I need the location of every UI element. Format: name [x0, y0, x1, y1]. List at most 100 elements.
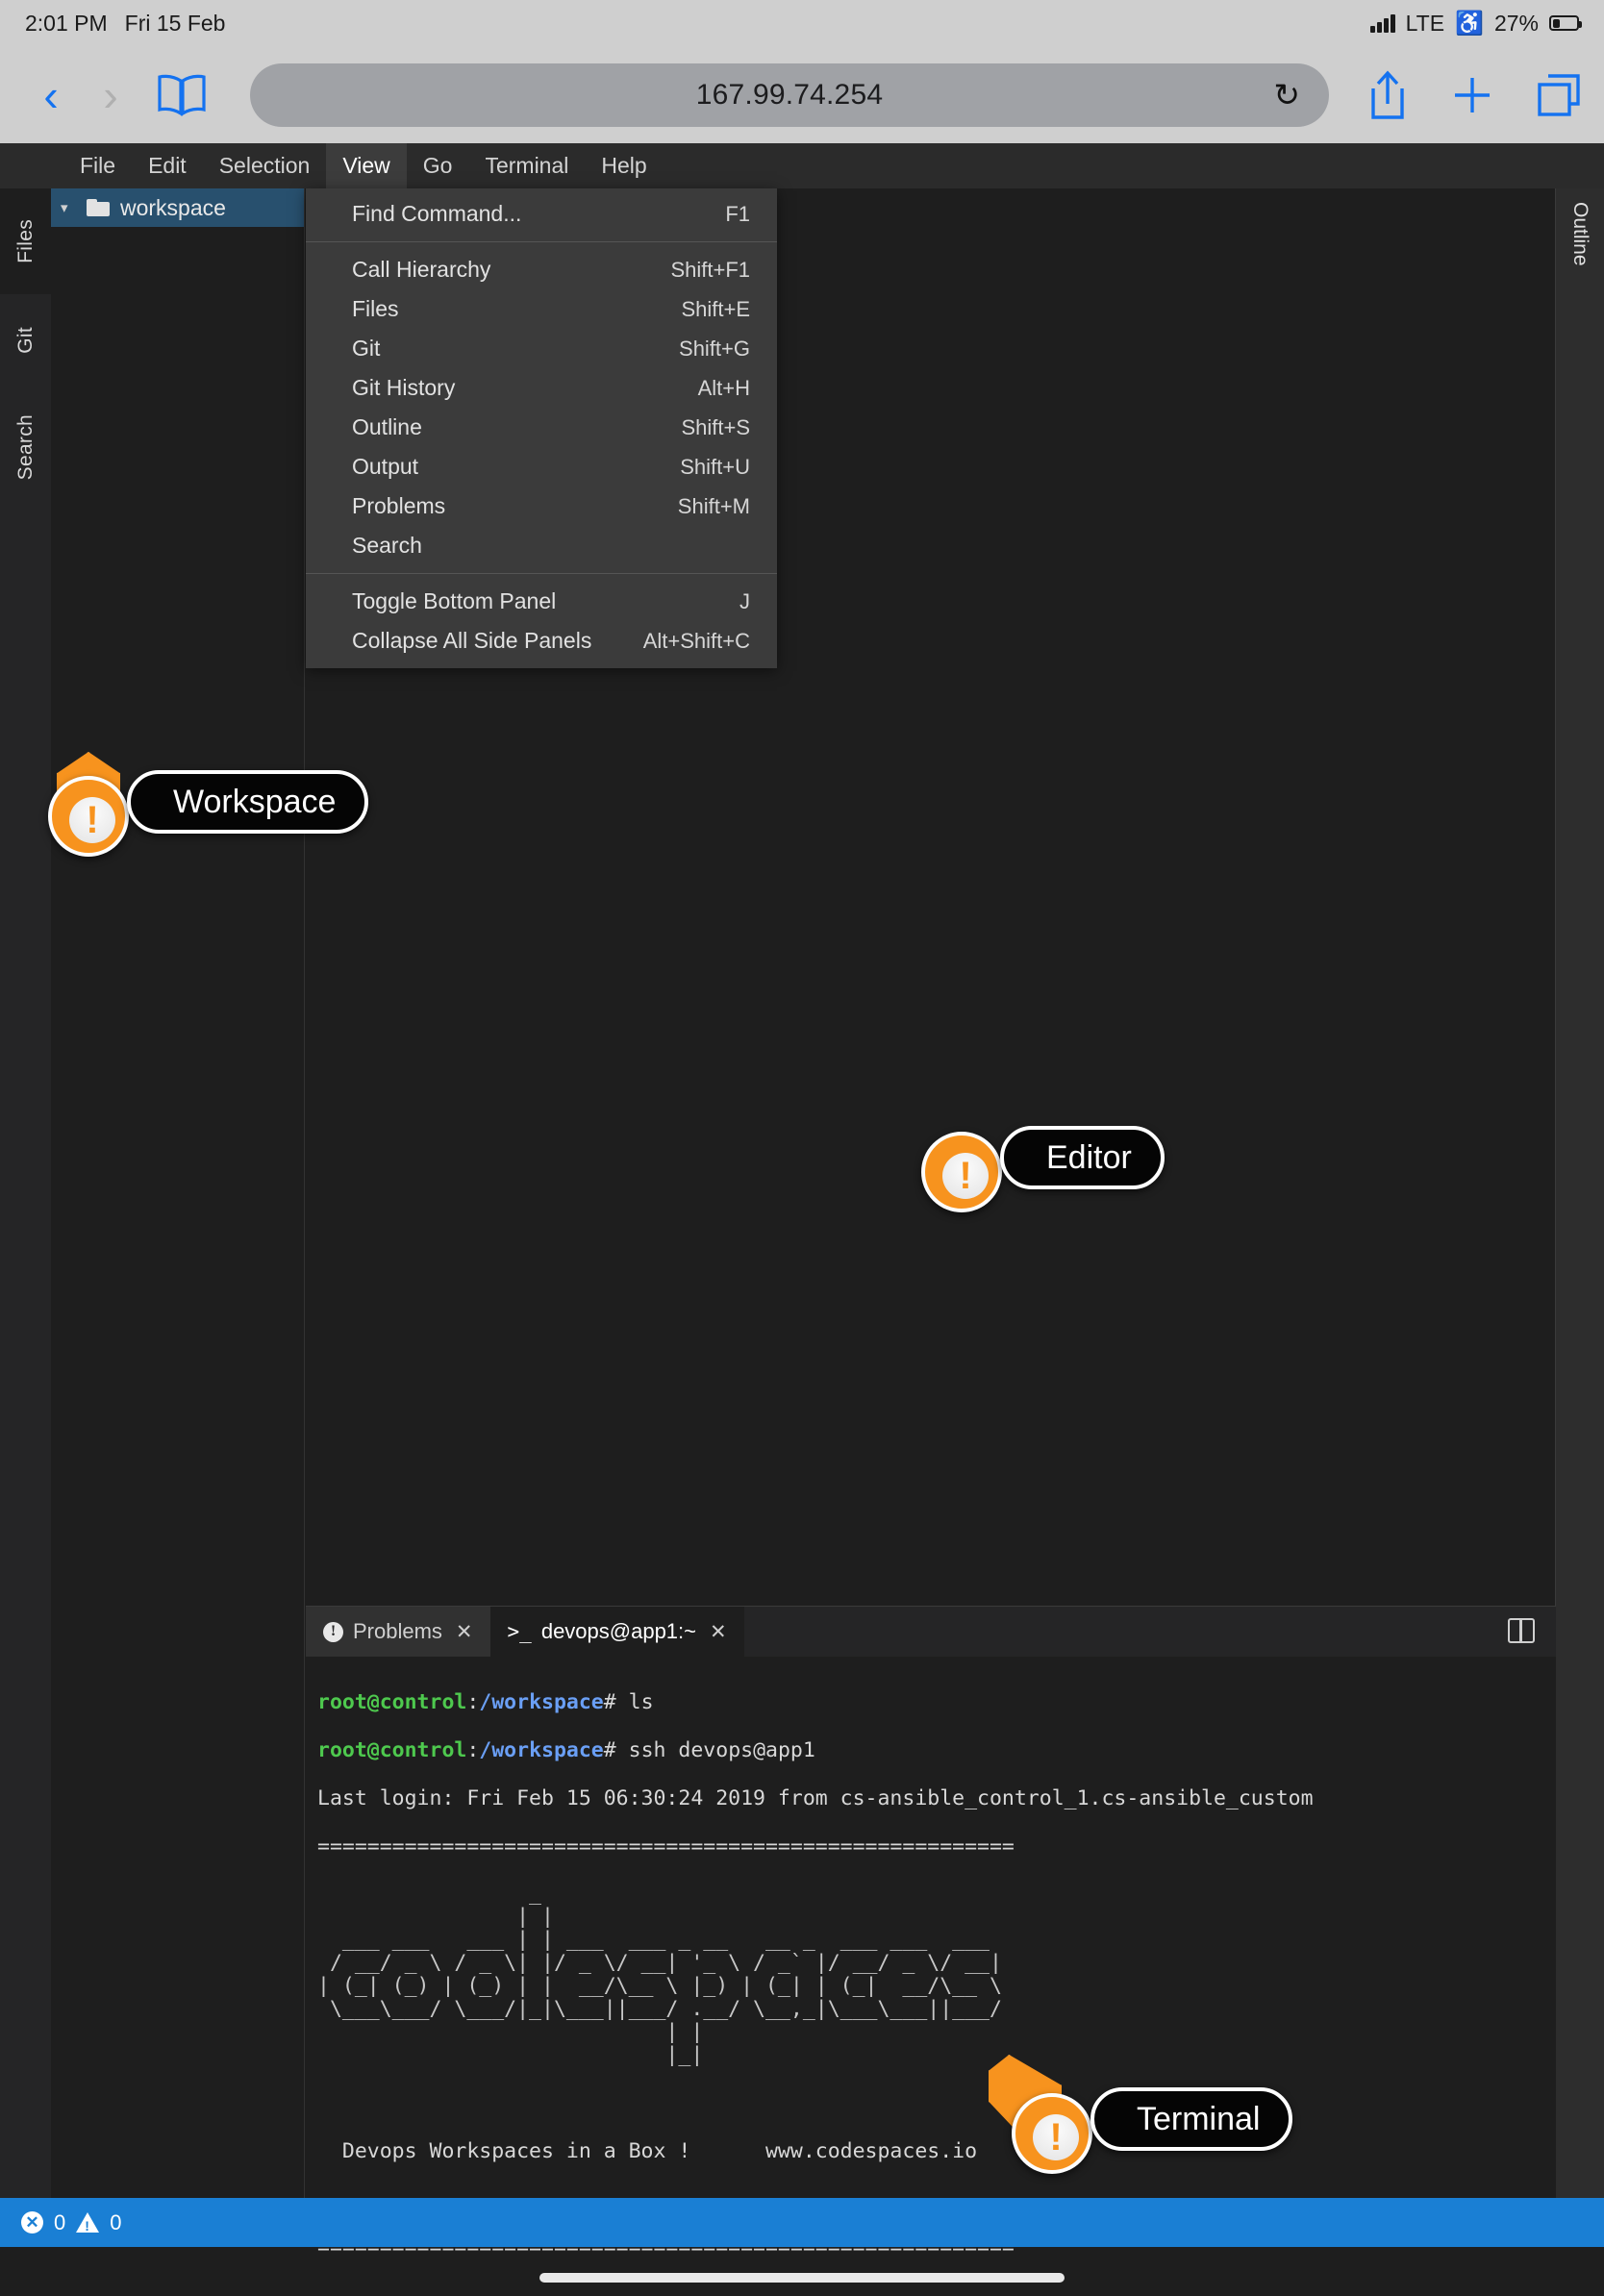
menu-item-label: Files [352, 296, 399, 321]
menu-item-git[interactable]: Git Shift+G [306, 329, 777, 368]
menu-item-shortcut: Shift+E [681, 296, 750, 321]
menu-item-shortcut: Shift+U [680, 454, 750, 479]
tabs-icon[interactable] [1535, 71, 1583, 119]
sidebar-tab-files[interactable]: Files [0, 188, 51, 294]
panel-tab-problems[interactable]: ! Problems ✕ [306, 1607, 490, 1657]
error-badge-icon: ! [323, 1621, 343, 1642]
cellular-signal-icon [1370, 13, 1395, 33]
menu-file[interactable]: File [63, 143, 132, 188]
sidebar-tab-search-label: Search [13, 413, 37, 481]
exclamation-icon: ! [1049, 2116, 1063, 2159]
menu-selection[interactable]: Selection [203, 143, 327, 188]
terminal-blank [317, 2284, 1544, 2296]
battery-icon [1549, 15, 1582, 31]
back-button[interactable]: ‹ [21, 73, 81, 117]
safari-toolbar: ‹ › 167.99.74.254 ↻ [0, 46, 1604, 143]
menu-item-label: Collapse All Side Panels [352, 628, 592, 653]
ios-status-left: 2:01 PM Fri 15 Feb [25, 11, 225, 37]
menu-item-files[interactable]: Files Shift+E [306, 289, 777, 329]
menu-item-shortcut: Shift+M [677, 493, 750, 518]
pin-inner: ! [1033, 2114, 1079, 2160]
callout-label-terminal: Terminal [1090, 2087, 1293, 2151]
chevron-down-icon[interactable]: ▾ [61, 199, 76, 216]
warning-triangle-icon[interactable] [76, 2212, 100, 2234]
clock-date: Fri 15 Feb [124, 10, 226, 36]
terminal-prompt-icon: >_ [507, 1620, 532, 1643]
menu-item-label: Problems [352, 493, 446, 518]
menu-item-git-history[interactable]: Git History Alt+H [306, 368, 777, 408]
menu-item-output[interactable]: Output Shift+U [306, 447, 777, 487]
terminal-blank [317, 2091, 1544, 2115]
ios-status-bar: 2:01 PM Fri 15 Feb LTE ♿ 27% [0, 0, 1604, 46]
bookmarks-button[interactable] [140, 73, 223, 117]
menu-go[interactable]: Go [407, 143, 469, 188]
forward-button[interactable]: › [81, 73, 140, 117]
menu-item-find-command[interactable]: Find Command... F1 [306, 194, 777, 234]
tree-item-label: workspace [120, 194, 226, 220]
menu-item-problems[interactable]: Problems Shift+M [306, 487, 777, 526]
menu-item-shortcut: J [739, 588, 750, 613]
menu-edit[interactable]: Edit [132, 143, 203, 188]
url-text: 167.99.74.254 [695, 78, 884, 111]
bottom-panel: ! Problems ✕ >_ devops@app1:~ ✕ root@con… [306, 1606, 1556, 2259]
sidebar-tab-git-label: Git [13, 327, 37, 354]
error-circle-icon[interactable]: ✕ [21, 2211, 43, 2234]
menu-item-shortcut: Alt+H [697, 375, 750, 400]
terminal-command: # ssh devops@app1 [603, 1738, 815, 1762]
exclamation-icon: ! [959, 1155, 972, 1197]
screen: 2:01 PM Fri 15 Feb LTE ♿ 27% ‹ › 167.99.… [0, 0, 1604, 2296]
menu-item-call-hierarchy[interactable]: Call Hierarchy Shift+F1 [306, 250, 777, 289]
pin-ring: ! [921, 1132, 1002, 1212]
headphones-icon: ♿ [1455, 10, 1484, 37]
menu-view[interactable]: View [326, 143, 407, 188]
terminal-path: /workspace [479, 1690, 604, 1714]
home-indicator[interactable] [539, 2273, 1065, 2283]
reload-icon[interactable]: ↻ [1273, 79, 1300, 111]
plus-icon[interactable] [1450, 73, 1494, 117]
sidebar-tab-outline-label: Outline [1569, 202, 1591, 266]
terminal-user: root@control [317, 1738, 467, 1762]
sidebar-tab-search[interactable]: Search [0, 387, 51, 508]
terminal-line: root@control:/workspace# ls [317, 1690, 1544, 1714]
menu-item-toggle-bottom-panel[interactable]: Toggle Bottom Panel J [306, 582, 777, 621]
menu-item-label: Search [352, 533, 422, 558]
menu-separator [306, 573, 777, 574]
ide-window: File Edit Selection View Go Terminal Hel… [0, 143, 1604, 2259]
sidebar-tab-files-label: Files [13, 219, 37, 263]
terminal-line: Last login: Fri Feb 15 06:30:24 2019 fro… [317, 1786, 1314, 1810]
split-panel-icon[interactable] [1508, 1618, 1535, 1643]
share-icon[interactable] [1366, 69, 1410, 121]
terminal-line: ========================================… [317, 1834, 1015, 1859]
sidebar-tab-git[interactable]: Git [0, 294, 51, 387]
panel-tab-terminal-label: devops@app1:~ [540, 1619, 697, 1643]
menu-item-shortcut: Shift+F1 [670, 257, 750, 282]
menu-item-outline[interactable]: Outline Shift+S [306, 408, 777, 447]
menu-item-label: Git [352, 336, 381, 361]
clock-time: 2:01 PM [25, 10, 108, 36]
terminal-ascii-art: _ | | ___ ___ ___ | | ___ ___ _ __ __ _ … [317, 1882, 1002, 2067]
menu-item-collapse-all-side-panels[interactable]: Collapse All Side Panels Alt+Shift+C [306, 621, 777, 661]
status-bar: ✕ 0 0 [0, 2198, 1604, 2247]
menu-item-shortcut: Shift+S [681, 414, 750, 439]
pin-ring: ! [1012, 2093, 1092, 2174]
close-icon[interactable]: ✕ [456, 1620, 473, 1644]
pin-inner: ! [69, 797, 115, 843]
terminal-user: root@control [317, 1690, 467, 1714]
sidebar-tab-outline[interactable]: Outline [1568, 202, 1591, 2198]
right-activity-rail: Outline [1556, 188, 1604, 2198]
tree-item-workspace[interactable]: ▾ workspace [51, 188, 304, 227]
terminal-sep: : [466, 1690, 480, 1714]
callout-label-editor: Editor [1000, 1126, 1165, 1189]
terminal-sep: : [466, 1738, 480, 1762]
terminal-line: root@control:/workspace# ssh devops@app1 [317, 1738, 1544, 1762]
address-bar[interactable]: 167.99.74.254 ↻ [250, 62, 1329, 127]
menu-item-shortcut: Shift+G [679, 336, 750, 361]
close-icon[interactable]: ✕ [710, 1620, 727, 1644]
panel-tab-terminal[interactable]: >_ devops@app1:~ ✕ [489, 1607, 744, 1657]
menu-item-search[interactable]: Search [306, 526, 777, 565]
left-activity-rail: Files Git Search [0, 188, 51, 2198]
menu-terminal[interactable]: Terminal [468, 143, 585, 188]
menu-separator [306, 241, 777, 242]
menu-help[interactable]: Help [585, 143, 663, 188]
panel-tab-bar: ! Problems ✕ >_ devops@app1:~ ✕ [306, 1607, 1556, 1657]
